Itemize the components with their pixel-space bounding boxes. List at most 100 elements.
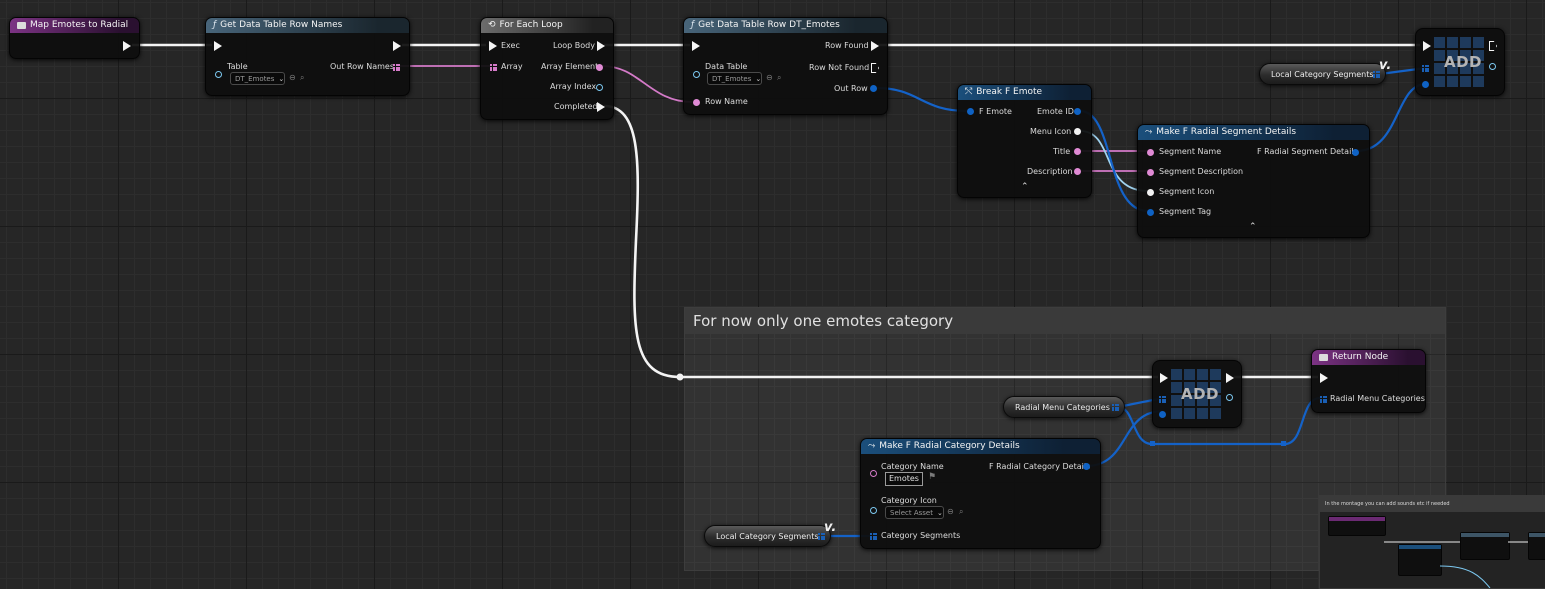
array-element-pin[interactable] [596, 64, 603, 71]
event-icon [17, 22, 26, 29]
new-item-pin[interactable] [1159, 411, 1166, 418]
target-array-pin[interactable] [1422, 65, 1429, 72]
local-category-segments-variable[interactable]: Local Category Segments v. [1259, 58, 1391, 85]
event-node-header: Map Emotes to Radial [10, 18, 139, 33]
chevron-down-icon: ⌄ [278, 75, 285, 83]
return-node[interactable]: Return Node Radial Menu Categories [1311, 349, 1426, 413]
out-row-label: Out Row [834, 84, 868, 93]
table-dropdown[interactable]: DT_Emotes ⌄ [230, 72, 285, 85]
array-index-label: Array Index [550, 82, 597, 91]
get-row-names-node[interactable]: ƒ Get Data Table Row Names Table DT_Emot… [205, 17, 410, 96]
data-table-pin[interactable] [693, 71, 700, 78]
get-row-names-header: ƒ Get Data Table Row Names [206, 18, 409, 33]
variable-getter-icon: v. [824, 520, 837, 535]
exec-in-pin[interactable] [489, 41, 497, 51]
row-not-found-label: Row Not Found [809, 63, 870, 72]
f-emote-pin[interactable] [967, 108, 974, 115]
title-pin[interactable] [1074, 148, 1081, 155]
make-category-details-header: ⤳ Make F Radial Category Details [861, 439, 1100, 454]
row-not-found-pin[interactable] [871, 63, 879, 73]
exec-in-pin[interactable] [1423, 41, 1431, 51]
out-row-names-label: Out Row Names [330, 62, 394, 71]
browse-icon[interactable]: ⊖ [947, 507, 954, 516]
radial-menu-categories-variable[interactable]: Radial Menu Categories [1003, 396, 1125, 418]
search-icon[interactable]: ⌕ [300, 73, 304, 83]
category-name-pin[interactable] [870, 470, 877, 477]
completed-pin[interactable] [597, 102, 605, 112]
out-row-names-pin[interactable] [393, 64, 400, 71]
row-found-pin[interactable] [871, 41, 879, 51]
make-struct-icon: ⤳ [868, 441, 876, 451]
index-out-pin[interactable] [1489, 63, 1496, 70]
get-data-table-row-header: ƒ Get Data Table Row DT_Emotes [684, 18, 887, 33]
collapse-icon[interactable]: ⌃ [1249, 222, 1257, 232]
browse-icon[interactable]: ⊖ [289, 73, 296, 82]
out-row-pin[interactable] [870, 85, 877, 92]
select-asset-value: Select Asset [890, 509, 933, 517]
break-f-emote-title: Break F Emote [976, 87, 1043, 97]
add-array-node-top[interactable]: ADD [1415, 28, 1505, 96]
menu-icon-pin[interactable] [1074, 128, 1081, 135]
break-f-emote-node[interactable]: ⤲ Break F Emote F Emote Emote ID Menu Ic… [957, 84, 1092, 198]
array-index-pin[interactable] [596, 84, 603, 91]
category-icon-pin[interactable] [870, 507, 877, 514]
exec-in-pin[interactable] [214, 41, 222, 51]
collapse-icon[interactable]: ⌃ [1021, 182, 1029, 192]
segment-details-output-pin[interactable] [1352, 149, 1359, 156]
target-array-pin[interactable] [1159, 396, 1166, 403]
exec-out-pin[interactable] [123, 41, 131, 51]
segment-description-label: Segment Description [1159, 167, 1244, 176]
add-array-node-bottom[interactable]: ADD [1152, 360, 1242, 428]
make-segment-details-node[interactable]: ⤳ Make F Radial Segment Details Segment … [1137, 124, 1370, 238]
segment-icon-pin[interactable] [1147, 189, 1154, 196]
category-segments-label: Category Segments [881, 531, 961, 540]
variable-label: Radial Menu Categories [1015, 403, 1110, 412]
localization-flag-icon[interactable]: ⚑ [928, 472, 936, 482]
reroute-knot [676, 373, 684, 381]
segment-tag-pin[interactable] [1147, 209, 1154, 216]
exec-out-pin[interactable] [1489, 41, 1497, 51]
search-icon[interactable]: ⌕ [777, 73, 781, 83]
index-out-pin[interactable] [1226, 394, 1233, 401]
exec-out-pin[interactable] [1226, 373, 1234, 383]
row-name-pin[interactable] [693, 99, 700, 106]
category-segments-pin[interactable] [870, 533, 877, 540]
table-label: Table [227, 62, 248, 71]
description-pin[interactable] [1074, 168, 1081, 175]
exec-in-pin[interactable] [1160, 373, 1168, 383]
exec-in-pin[interactable] [692, 41, 700, 51]
array-pin[interactable] [490, 64, 497, 71]
new-item-pin[interactable] [1422, 81, 1429, 88]
event-node[interactable]: Map Emotes to Radial [9, 17, 140, 59]
thumbnail-comment-box[interactable]: In the montage you can add sounds etc if… [1319, 495, 1545, 589]
array-element-label: Array Element [541, 62, 599, 71]
segment-name-pin[interactable] [1147, 149, 1154, 156]
radial-menu-categories-pin[interactable] [1320, 396, 1327, 403]
emote-id-pin[interactable] [1074, 108, 1081, 115]
array-icon[interactable] [1112, 404, 1119, 411]
data-table-dropdown[interactable]: DT_Emotes ⌄ [707, 72, 762, 85]
local-category-segments-variable-bottom[interactable]: Local Category Segments v. [704, 520, 836, 547]
function-icon: ƒ [691, 20, 695, 30]
menu-icon-label: Menu Icon [1030, 127, 1072, 136]
make-category-details-node[interactable]: ⤳ Make F Radial Category Details Categor… [860, 438, 1101, 549]
browse-icon[interactable]: ⊖ [766, 73, 773, 82]
segment-description-pin[interactable] [1147, 169, 1154, 176]
category-details-output-pin[interactable] [1083, 463, 1090, 470]
exec-out-pin[interactable] [393, 41, 401, 51]
loop-body-pin[interactable] [597, 41, 605, 51]
exec-in-pin[interactable] [1320, 373, 1328, 383]
search-icon[interactable]: ⌕ [959, 507, 963, 517]
category-name-field[interactable]: Emotes [885, 472, 923, 486]
row-found-label: Row Found [825, 41, 869, 50]
table-pin[interactable] [215, 71, 222, 78]
exec-label: Exec [501, 41, 520, 50]
variable-label: Local Category Segments [1271, 70, 1374, 79]
for-each-loop-node[interactable]: ⟲ For Each Loop Exec Array Loop Body Arr… [480, 17, 614, 120]
array-label: Array [501, 62, 523, 71]
get-data-table-row-node[interactable]: ƒ Get Data Table Row DT_Emotes Data Tabl… [683, 17, 888, 115]
chevron-down-icon: ⌄ [936, 509, 943, 517]
select-asset-dropdown[interactable]: Select Asset ⌄ [885, 506, 944, 519]
variable-label: Local Category Segments [716, 532, 819, 541]
get-row-names-title: Get Data Table Row Names [220, 20, 343, 30]
